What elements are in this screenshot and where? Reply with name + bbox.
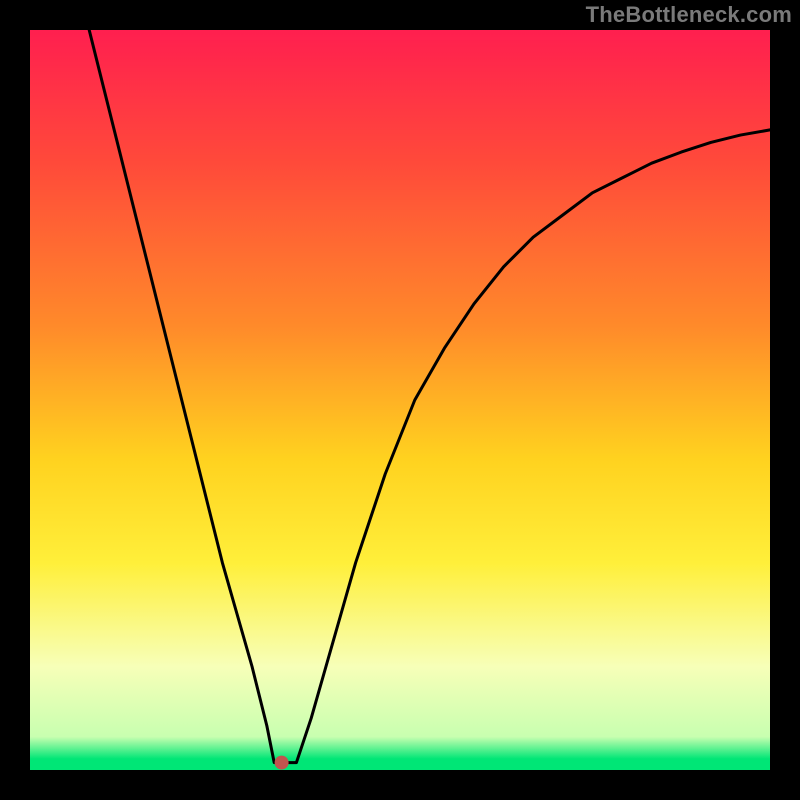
chart-stage: TheBottleneck.com [0, 0, 800, 800]
plot-background [30, 30, 770, 770]
bottleneck-chart [0, 0, 800, 800]
optimal-marker [275, 756, 289, 770]
watermark-text: TheBottleneck.com [586, 2, 792, 28]
